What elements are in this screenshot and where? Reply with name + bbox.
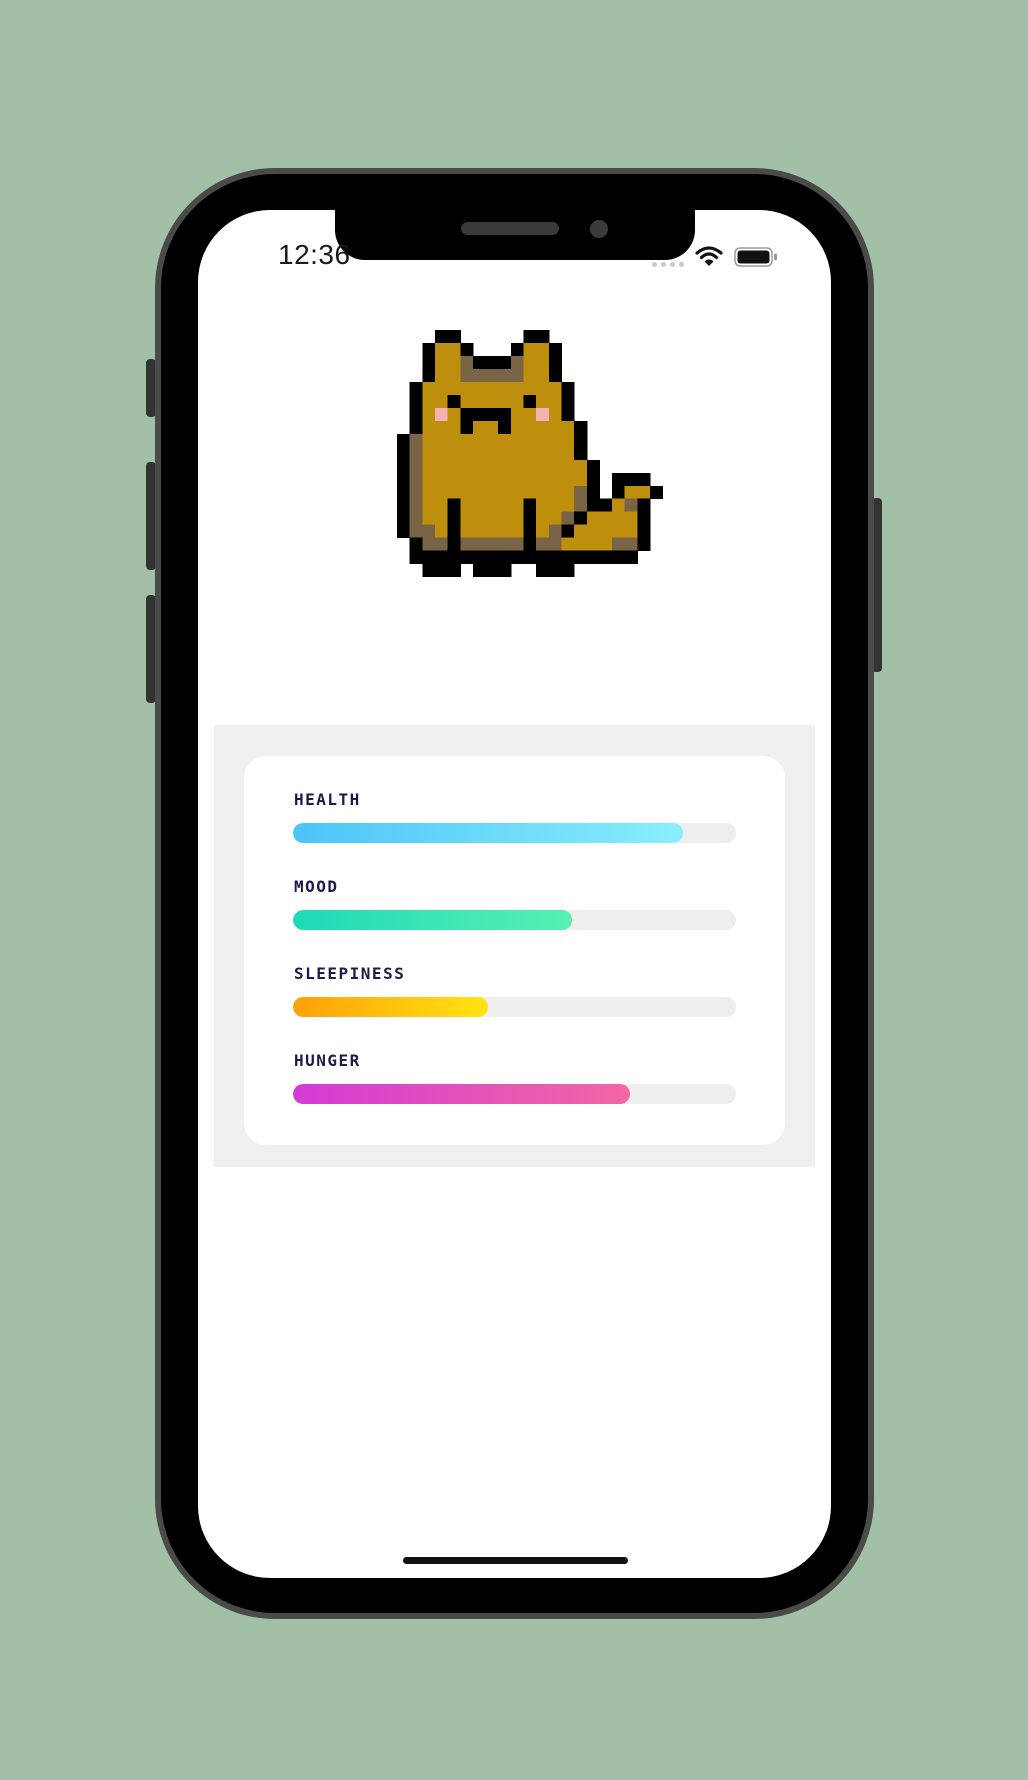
- hunger-bar: [293, 1084, 736, 1104]
- sleepiness-bar-fill: [293, 997, 488, 1017]
- mood-bar: [293, 910, 736, 930]
- health-bar-fill: [293, 823, 683, 843]
- battery-icon: [734, 247, 777, 267]
- app-stage: 12:36 HEALTH MOOD SLEEPINESS HUNGER: [0, 0, 1028, 1780]
- sleepiness-bar: [293, 997, 736, 1017]
- stat-label-hunger: HUNGER: [294, 1051, 361, 1070]
- hunger-bar-fill: [293, 1084, 630, 1104]
- wifi-icon: [695, 246, 723, 266]
- speaker-grille: [461, 222, 559, 235]
- health-bar: [293, 823, 736, 843]
- pixel-cat-icon: [397, 330, 664, 578]
- mood-bar-fill: [293, 910, 573, 930]
- home-indicator[interactable]: [403, 1557, 628, 1564]
- front-camera: [590, 220, 608, 238]
- notch: [335, 180, 695, 260]
- signal-dots-icon: [652, 262, 684, 267]
- stat-label-sleepiness: SLEEPINESS: [294, 964, 406, 983]
- stat-label-health: HEALTH: [294, 790, 361, 809]
- stat-label-mood: MOOD: [294, 877, 339, 896]
- status-time: 12:36: [278, 239, 351, 270]
